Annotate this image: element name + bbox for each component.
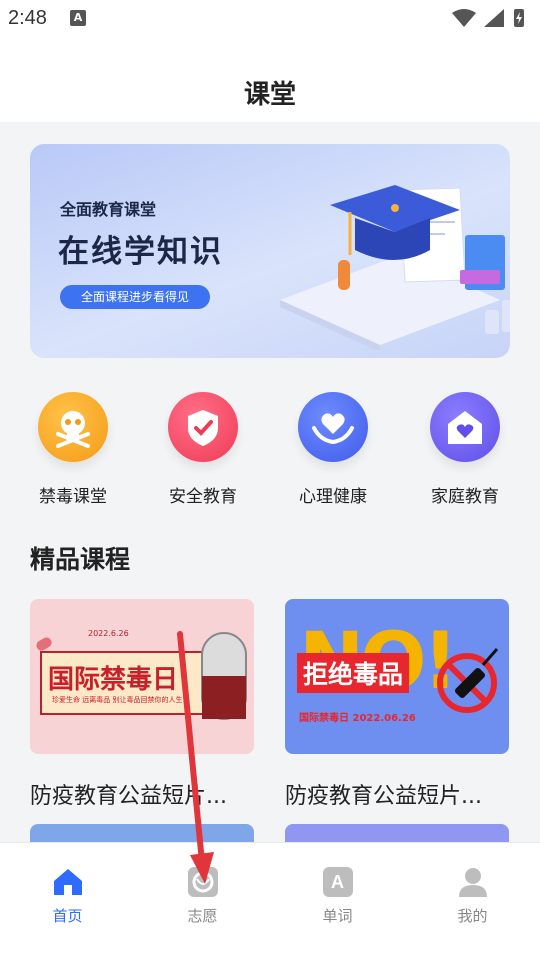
home-icon [51, 865, 85, 899]
graduation-illustration [280, 185, 510, 350]
category-grid: 禁毒课堂 安全教育 心理健康 家庭教育 [0, 392, 540, 512]
shield-check-icon [168, 392, 238, 462]
thumb-date: 2022.6.26 [88, 629, 129, 638]
tab-label: 单词 [322, 907, 353, 925]
profile-icon [456, 865, 490, 899]
banner-title: 在线学知识 [58, 234, 223, 270]
thumb-title: 国际禁毒日 [48, 665, 179, 695]
banner[interactable]: 全面教育课堂 在线学知识 全面课程进步看得见 [30, 144, 510, 358]
tab-label: 志愿 [187, 907, 218, 925]
category-drug-prevention[interactable]: 禁毒课堂 [8, 392, 138, 507]
tab-label: 我的 [457, 907, 488, 925]
thumb-title: 拒绝毒品 [297, 653, 410, 693]
banner-subtitle: 全面教育课堂 [60, 200, 157, 219]
tab-home[interactable]: 首页 [0, 865, 135, 926]
pill-capsule-image [201, 632, 247, 720]
thumb-subtitle: 国际禁毒日 2022.06.26 [299, 713, 416, 724]
skull-icon [38, 392, 108, 462]
tab-mine[interactable]: 我的 [405, 865, 540, 926]
course-card[interactable]: 2022.6.26 国际禁毒日 珍爱生命 远离毒品 别让毒品回禁你的人生 防疫教… [30, 599, 254, 810]
word-icon-letter: A [322, 867, 353, 897]
bottom-tab-bar: 首页 志愿 A 单词 我的 [0, 842, 540, 960]
category-label: 禁毒课堂 [39, 487, 107, 507]
banner-pill[interactable]: 全面课程进步看得见 [60, 285, 210, 309]
status-icons [450, 7, 530, 35]
signal-icon [484, 9, 504, 27]
app-header: 课堂 [0, 38, 540, 122]
tab-label: 首页 [52, 907, 83, 925]
course-name: 防疫教育公益短片... [30, 784, 227, 809]
heart-hands-icon [298, 392, 368, 462]
tab-volunteer[interactable]: 志愿 [135, 865, 270, 926]
page-title: 课堂 [243, 80, 296, 110]
word-icon: A [321, 865, 355, 899]
category-family-education[interactable]: 家庭教育 [400, 392, 530, 507]
volunteer-icon [186, 865, 220, 899]
course-name: 防疫教育公益短片... [285, 784, 482, 809]
category-label: 家庭教育 [431, 487, 499, 507]
category-safety-education[interactable]: 安全教育 [138, 392, 268, 507]
home-heart-icon [430, 392, 500, 462]
category-label: 安全教育 [169, 487, 237, 507]
wifi-icon [452, 9, 476, 27]
category-label: 心理健康 [299, 487, 367, 507]
course-card[interactable]: NO! 拒绝毒品 国际禁毒日 2022.06.26 防疫教育公益短片... [285, 599, 509, 810]
section-title: 精品课程 [30, 545, 131, 574]
notification-a-icon: A [70, 10, 86, 26]
thumb-subtitle: 珍爱生命 远离毒品 别让毒品回禁你的人生 [52, 696, 183, 704]
status-time: 2:48 [8, 7, 47, 29]
course-thumbnail: 2022.6.26 国际禁毒日 珍爱生命 远离毒品 别让毒品回禁你的人生 [30, 599, 254, 754]
status-bar: 2:48 A [0, 0, 540, 38]
course-thumbnail: NO! 拒绝毒品 国际禁毒日 2022.06.26 [285, 599, 509, 754]
no-syringe-icon [437, 648, 499, 713]
category-mental-health[interactable]: 心理健康 [268, 392, 398, 507]
tab-words[interactable]: A 单词 [270, 865, 405, 926]
